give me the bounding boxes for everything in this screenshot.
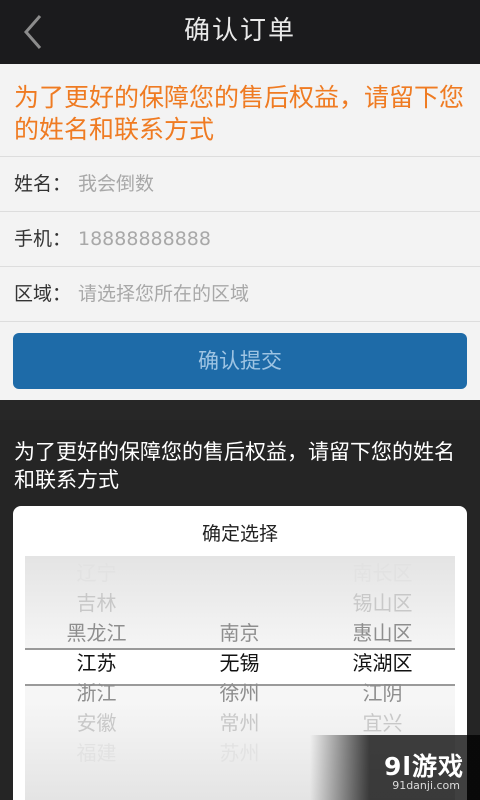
name-row[interactable]: 姓名： 我会倒数: [0, 156, 480, 211]
city-column[interactable]: 南京 无锡 徐州 常州 苏州: [168, 558, 311, 768]
province-column[interactable]: 辽宁 吉林 黑龙江 江苏 浙江 安徽 福建: [25, 558, 168, 768]
overlay-notice: 为了更好的保障您的售后权益，请留下您的姓名和联系方式: [14, 440, 455, 492]
picker-item[interactable]: 浙江: [25, 678, 168, 708]
name-label: 姓名：: [14, 173, 72, 195]
title-bar: 确认订单: [0, 0, 480, 64]
picker-item[interactable]: 常州: [168, 708, 311, 738]
after-sales-notice: 为了更好的保障您的售后权益，请留下您的姓名和联系方式: [14, 83, 465, 144]
picker-item[interactable]: 南长区: [311, 558, 454, 588]
picker-item[interactable]: 江阴: [311, 678, 454, 708]
district-column[interactable]: 南长区 锡山区 惠山区 滨湖区 江阴 宜兴: [311, 558, 454, 738]
picker-item[interactable]: 苏州: [168, 738, 311, 768]
confirm-selection-button[interactable]: 确定选择: [13, 516, 467, 552]
watermark-logo: 9l游戏: [384, 752, 464, 781]
region-field[interactable]: 请选择您所在的区域: [78, 267, 249, 321]
picker-item[interactable]: 徐州: [168, 678, 311, 708]
picker-item[interactable]: 吉林: [25, 588, 168, 618]
picker-item-selected[interactable]: 滨湖区: [311, 648, 454, 678]
picker-item[interactable]: 锡山区: [311, 588, 454, 618]
region-label: 区域：: [14, 283, 72, 305]
order-form-panel: 为了更好的保障您的售后权益，请留下您的姓名和联系方式 姓名： 我会倒数 手机： …: [0, 64, 480, 420]
watermark-site: 91danji.com: [392, 779, 460, 792]
picker-item[interactable]: 惠山区: [311, 618, 454, 648]
picker-item[interactable]: 宜兴: [311, 708, 454, 738]
confirm-submit-button[interactable]: 确认提交: [13, 333, 467, 389]
picker-item-selected[interactable]: 无锡: [168, 648, 311, 678]
page-title: 确认订单: [183, 16, 296, 46]
name-field[interactable]: 我会倒数: [78, 157, 154, 211]
picker-item[interactable]: 福建: [25, 738, 168, 768]
phone-field[interactable]: 18888888888: [78, 212, 211, 266]
phone-label: 手机：: [14, 228, 72, 250]
picker-item-selected[interactable]: 江苏: [25, 648, 168, 678]
picker-item[interactable]: 辽宁: [25, 558, 168, 588]
picker-item[interactable]: 安徽: [25, 708, 168, 738]
region-row[interactable]: 区域： 请选择您所在的区域: [0, 266, 480, 322]
picker-item[interactable]: 黑龙江: [25, 618, 168, 648]
phone-row[interactable]: 手机： 18888888888: [0, 211, 480, 266]
picker-item[interactable]: 南京: [168, 618, 311, 648]
watermark: 9l游戏 91danji.com: [310, 735, 480, 800]
